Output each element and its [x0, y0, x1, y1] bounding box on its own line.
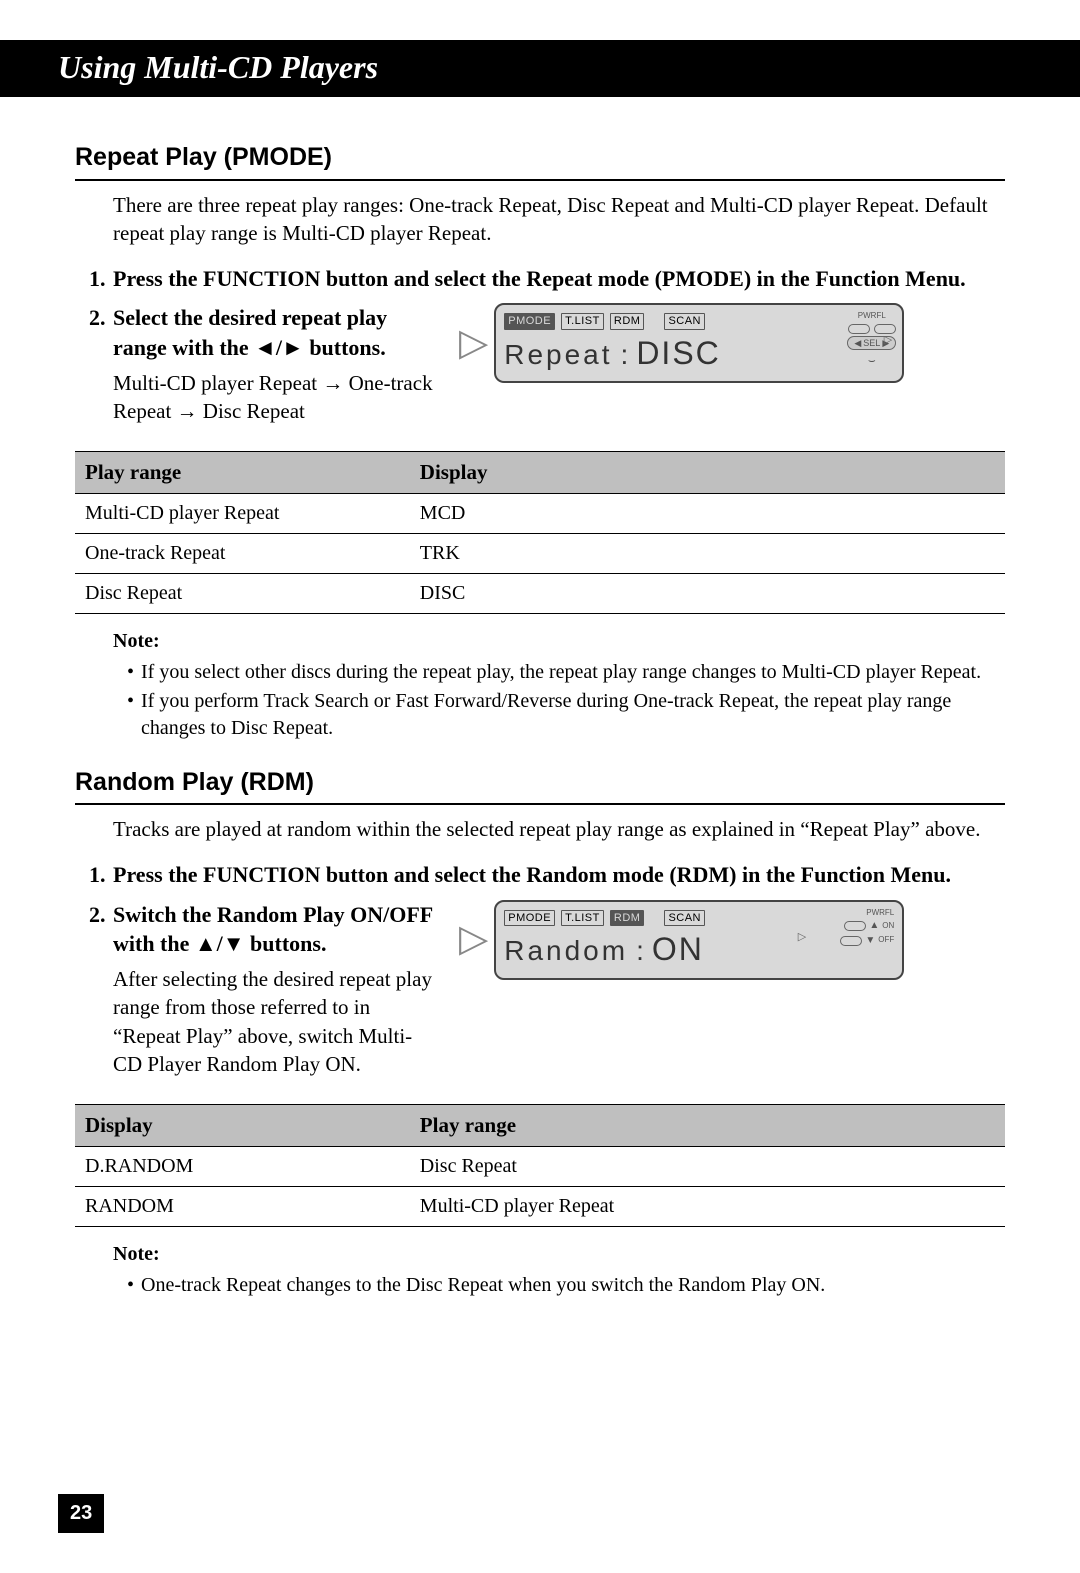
section2-step2-body: After selecting the desired repeat play … — [113, 965, 435, 1078]
list-item: One-track Repeat changes to the Disc Rep… — [127, 1272, 1005, 1299]
section1-intro: There are three repeat play ranges: One-… — [113, 191, 1005, 248]
chapter-header: Using Multi-CD Players — [0, 40, 1080, 97]
lcd-value: DISC — [636, 332, 720, 375]
lcd-chip-rdm: RDM — [610, 313, 645, 330]
note-label: Note: — [113, 1241, 1005, 1268]
th-display: Display — [410, 452, 1005, 493]
lcd-chip-tlist: T.LIST — [561, 313, 604, 330]
th-display: Display — [75, 1105, 410, 1146]
section2-notes: One-track Repeat changes to the Disc Rep… — [127, 1272, 1005, 1299]
lcd-display-repeat: ▷ PMODE T.LIST RDM SCAN Repeat : DISC — [459, 303, 1005, 383]
lcd-value: ON — [652, 928, 704, 971]
play-icon: ▷ — [798, 930, 806, 945]
cursor-icon: ▷ — [459, 914, 488, 965]
lcd-chip-pmode: PMODE — [504, 910, 555, 927]
list-item: If you perform Track Search or Fast Forw… — [127, 688, 1005, 742]
section2-intro: Tracks are played at random within the s… — [113, 815, 1005, 843]
table-row: Disc RepeatDISC — [75, 573, 1005, 613]
section1-step2-body: Multi-CD player Repeat → One-track Repea… — [113, 369, 435, 426]
lcd-display-random: ▷ PMODE T.LIST RDM SCAN Random : ON — [459, 900, 1005, 980]
lcd-chip-tlist: T.LIST — [561, 910, 604, 927]
play-icon: ▷ — [884, 333, 892, 348]
table-row: D.RANDOMDisc Repeat — [75, 1146, 1005, 1186]
section-heading-random: Random Play (RDM) — [75, 766, 1005, 806]
section1-notes: If you select other discs during the rep… — [127, 659, 1005, 742]
lcd-label: Repeat — [504, 336, 612, 374]
lcd-chip-rdm: RDM — [610, 910, 645, 927]
section1-step2-head: 2.Select the desired repeat play range w… — [89, 303, 435, 362]
lcd-label: Random — [504, 932, 628, 970]
repeat-play-table: Play range Display Multi-CD player Repea… — [75, 451, 1005, 613]
th-play-range: Play range — [410, 1105, 1005, 1146]
lcd-pwrfl: PWRFL — [858, 311, 886, 322]
table-row: One-track RepeatTRK — [75, 533, 1005, 573]
th-play-range: Play range — [75, 452, 410, 493]
cursor-icon: ▷ — [459, 318, 488, 369]
table-row: RANDOMMulti-CD player Repeat — [75, 1186, 1005, 1226]
lcd-pwrfl: PWRFL — [866, 908, 894, 919]
section1-step1: 1.Press the FUNCTION button and select t… — [89, 264, 1005, 294]
section-heading-repeat: Repeat Play (PMODE) — [75, 141, 1005, 181]
note-label: Note: — [113, 628, 1005, 655]
lcd-chip-scan: SCAN — [664, 313, 705, 330]
lcd-chip-pmode: PMODE — [504, 313, 555, 330]
table-row: Multi-CD player RepeatMCD — [75, 493, 1005, 533]
list-item: If you select other discs during the rep… — [127, 659, 1005, 686]
section2-step2-head: 2.Switch the Random Play ON/OFF with the… — [89, 900, 435, 959]
lcd-chip-scan: SCAN — [664, 910, 705, 927]
page-number: 23 — [58, 1494, 104, 1533]
random-play-table: Display Play range D.RANDOMDisc Repeat R… — [75, 1104, 1005, 1226]
section2-step1: 1.Press the FUNCTION button and select t… — [89, 860, 1005, 890]
